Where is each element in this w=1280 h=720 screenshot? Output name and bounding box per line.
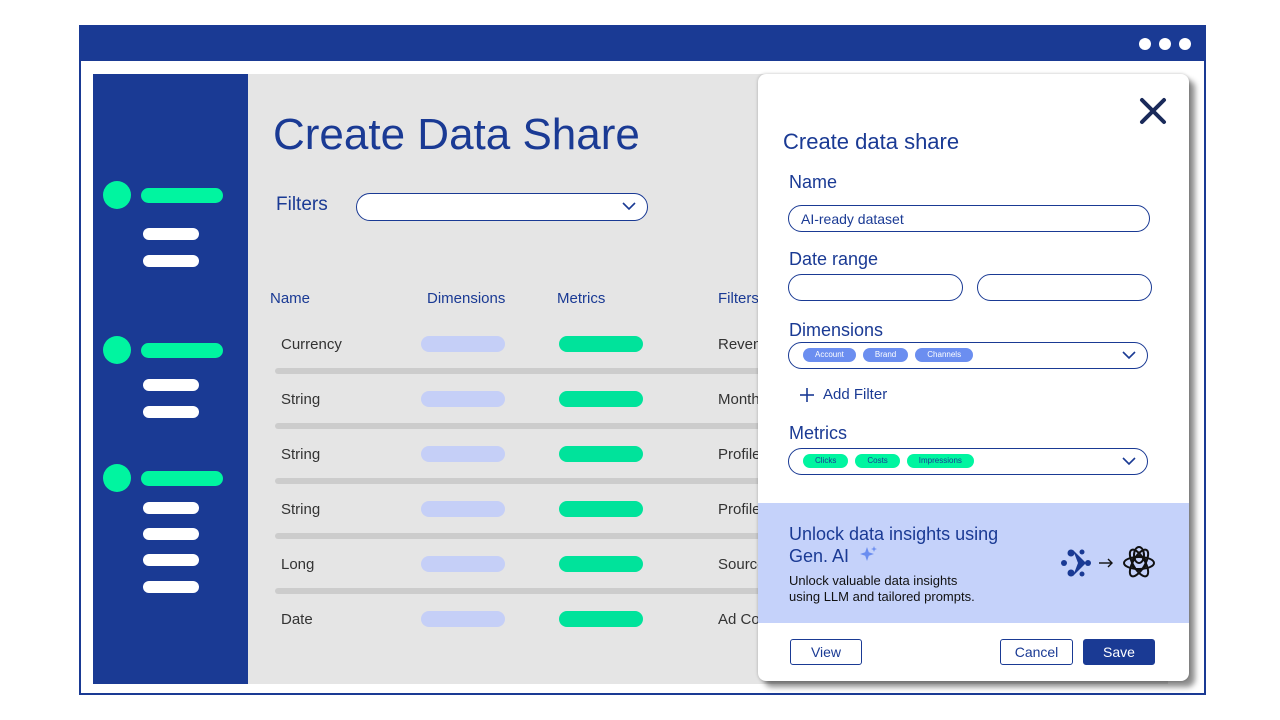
table-row-type: String	[281, 446, 321, 463]
sidebar-item[interactable]	[143, 406, 199, 418]
table-row-metric-bar	[559, 391, 643, 407]
sidebar-item[interactable]	[143, 502, 199, 514]
table-row-type: Long	[281, 556, 315, 573]
arrow-right-icon	[1099, 558, 1113, 568]
table-row-metric-bar	[559, 556, 643, 572]
chevron-down-icon	[622, 202, 636, 211]
sidebar-avatar-icon[interactable]	[103, 181, 131, 209]
date-end-input[interactable]	[977, 274, 1152, 301]
panel-title: Create data share	[783, 129, 960, 154]
sidebar-item[interactable]	[143, 379, 199, 391]
window-menu-dot-icon[interactable]	[1179, 38, 1191, 50]
gen-ai-promo: Unlock data insights using Gen. AI Unloc…	[758, 503, 1189, 623]
date-range-label: Date range	[789, 249, 879, 269]
table-row-type: Currency	[281, 336, 342, 353]
table-row-filter: Reven	[718, 336, 762, 353]
sidebar-item[interactable]	[141, 471, 223, 486]
metric-chip[interactable]: Impressions	[906, 454, 974, 468]
table-row-filter: Ad Co	[718, 611, 760, 628]
sidebar-item[interactable]	[143, 554, 199, 566]
add-filter-button[interactable]: Add Filter	[799, 386, 887, 403]
table-row-dimension-bar	[421, 501, 505, 517]
metrics-label: Metrics	[789, 423, 847, 443]
dimension-chip[interactable]: Brand	[862, 348, 909, 362]
sidebar-item[interactable]	[143, 528, 199, 540]
name-input[interactable]: AI-ready dataset	[788, 205, 1150, 232]
sidebar-item[interactable]	[143, 255, 199, 267]
metric-chip[interactable]: Clicks	[803, 454, 849, 468]
metric-chip[interactable]: Costs	[855, 454, 900, 468]
table-row-type: String	[281, 391, 321, 408]
dimensions-label: Dimensions	[789, 320, 884, 340]
llm-logo-icon	[1123, 546, 1155, 578]
table-row-metric-bar	[559, 611, 643, 627]
promo-title-line1: Unlock data insights using	[789, 524, 999, 544]
table-row-dimension-bar	[421, 556, 505, 572]
connector-logo-icon	[1061, 549, 1091, 577]
metrics-select[interactable]: Clicks Costs Impressions	[788, 448, 1148, 475]
close-icon[interactable]	[1138, 96, 1168, 126]
page-title: Create Data Share	[273, 110, 640, 159]
table-row-type: Date	[281, 611, 313, 628]
table-row-filter: Month	[718, 391, 760, 408]
table-row-dimension-bar	[421, 336, 505, 352]
window-titlebar	[81, 27, 1204, 61]
add-filter-label: Add Filter	[823, 386, 888, 403]
row-divider	[275, 533, 835, 539]
save-button[interactable]: Save	[1083, 639, 1155, 665]
table-row-filter: Profile	[718, 501, 761, 518]
table-row-metric-bar	[559, 446, 643, 462]
table-row-dimension-bar	[421, 391, 505, 407]
table-row-dimension-bar	[421, 446, 505, 462]
sidebar-item[interactable]	[143, 581, 199, 593]
table-row-dimension-bar	[421, 611, 505, 627]
row-divider	[275, 588, 835, 594]
table-row-metric-bar	[559, 336, 643, 352]
column-header-metrics: Metrics	[557, 290, 606, 307]
name-input-value: AI-ready dataset	[801, 211, 904, 227]
filters-label: Filters	[276, 194, 328, 215]
window-menu-dot-icon[interactable]	[1159, 38, 1171, 50]
filters-select[interactable]	[356, 193, 648, 221]
promo-title-line2: Gen. AI	[789, 546, 850, 566]
promo-desc-line2: using LLM and tailored prompts.	[789, 589, 975, 604]
column-header-name: Name	[270, 290, 311, 307]
view-button[interactable]: View	[790, 639, 862, 665]
date-start-input[interactable]	[788, 274, 963, 301]
sidebar-avatar-icon[interactable]	[103, 464, 131, 492]
row-divider	[275, 478, 835, 484]
table-row-type: String	[281, 501, 321, 518]
promo-title: Unlock data insights using Gen. AI	[789, 523, 1049, 567]
column-header-dimensions: Dimensions	[427, 290, 506, 307]
sidebar-item[interactable]	[141, 188, 223, 203]
row-divider	[275, 368, 835, 374]
chevron-down-icon	[1122, 457, 1136, 466]
plus-icon	[800, 387, 814, 402]
name-label: Name	[789, 172, 838, 192]
cancel-button[interactable]: Cancel	[1000, 639, 1073, 665]
row-divider	[275, 423, 835, 429]
create-data-share-panel: Create data share Name AI-ready dataset …	[758, 74, 1189, 681]
sidebar-item[interactable]	[143, 228, 199, 240]
chevron-down-icon	[1122, 351, 1136, 360]
promo-description: Unlock valuable data insights using LLM …	[789, 573, 1019, 605]
sidebar	[93, 74, 248, 684]
promo-desc-line1: Unlock valuable data insights	[789, 573, 958, 588]
column-header-filters: Filters	[718, 290, 759, 307]
table-row-metric-bar	[559, 501, 643, 517]
table-row-filter: Profile	[718, 446, 761, 463]
dimension-chip[interactable]: Account	[803, 348, 856, 362]
sidebar-item[interactable]	[141, 343, 223, 358]
dimension-chip[interactable]: Channels	[915, 348, 974, 362]
integration-icons	[1061, 546, 1155, 578]
sparkle-icon	[860, 546, 878, 561]
dimensions-select[interactable]: Account Brand Channels	[788, 342, 1148, 369]
window-menu-dot-icon[interactable]	[1139, 38, 1151, 50]
sidebar-avatar-icon[interactable]	[103, 336, 131, 364]
